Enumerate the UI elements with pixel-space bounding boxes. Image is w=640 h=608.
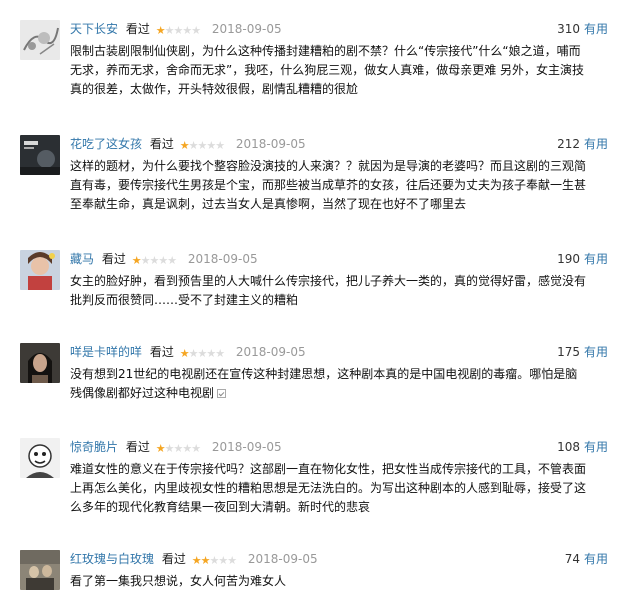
avatar[interactable]	[20, 250, 60, 290]
star-empty-icon: ★	[191, 24, 201, 37]
watch-status: 看过	[101, 252, 126, 266]
review-date: 2018-09-05	[235, 345, 306, 359]
review-text: 没有想到21世纪的电视剧还在宣传这种封建思想，这种剧本真的是中国电视剧的毒瘤。哪…	[70, 365, 588, 403]
useful-button[interactable]: 有用	[584, 22, 608, 36]
star-empty-icon: ★	[173, 442, 183, 455]
star-empty-icon: ★	[197, 139, 207, 152]
watch-status: 看过	[125, 22, 150, 36]
watch-status: 看过	[125, 440, 150, 454]
review-header: 藏马 看过 ★★★★★ 2018-09-05	[70, 250, 590, 268]
review-text: 看了第一集我只想说，女人何苦为难女人	[70, 574, 287, 588]
useful-button[interactable]: 有用	[584, 552, 608, 566]
avatar[interactable]	[20, 20, 60, 60]
rating-stars: ★★★★★	[179, 344, 225, 363]
review-header: 红玫瑰与白玫瑰 看过 ★★★★★ 2018-09-05	[70, 550, 590, 568]
star-filled-icon: ★	[179, 347, 190, 360]
username-link[interactable]: 咩是卡咩的咩	[70, 345, 142, 359]
review-text: 女主的脸好肿，看到预告里的人大喊什么传宗接代，把儿子养大一类的，真的觉得好雷，感…	[70, 274, 587, 307]
useful-button[interactable]: 有用	[584, 252, 608, 266]
star-filled-icon: ★	[179, 139, 190, 152]
bw-cartoon-avatar-icon	[20, 438, 60, 478]
review-header: 天下长安 看过 ★★★★★ 2018-09-05	[70, 20, 590, 38]
gray-flower-avatar-icon	[20, 20, 60, 60]
rating-stars: ★★★★★	[155, 439, 201, 458]
review-date: 2018-09-05	[235, 137, 306, 151]
watch-status: 看过	[149, 137, 174, 151]
username-link[interactable]: 天下长安	[70, 22, 118, 36]
rating-stars: ★★★★★	[155, 21, 201, 40]
vote-count: 212	[557, 137, 580, 151]
useful-button[interactable]: 有用	[584, 440, 608, 454]
star-empty-icon: ★	[158, 254, 168, 267]
star-empty-icon: ★	[167, 254, 177, 267]
vote-area: 175 有用	[557, 343, 608, 361]
review-text-content: 没有想到21世纪的电视剧还在宣传这种封建思想，这种剧本真的是中国电视剧的毒瘤。哪…	[70, 367, 578, 400]
star-empty-icon: ★	[182, 24, 192, 37]
vote-count: 175	[557, 345, 580, 359]
star-empty-icon: ★	[173, 24, 183, 37]
dark-poster-avatar-icon	[20, 135, 60, 175]
rating-stars: ★★★★★	[131, 251, 177, 270]
vote-area: 212 有用	[557, 135, 608, 153]
avatar[interactable]	[20, 135, 60, 175]
star-empty-icon: ★	[209, 554, 219, 567]
avatar[interactable]	[20, 343, 60, 383]
old-photo-avatar-icon	[20, 550, 60, 590]
useful-button[interactable]: 有用	[584, 345, 608, 359]
avatar[interactable]	[20, 550, 60, 590]
star-empty-icon: ★	[197, 347, 207, 360]
review-text: 这样的题材，为什么要找个整容脸没演技的人来演？？就因为是导演的老婆吗？而且这剧的…	[70, 159, 587, 211]
review-date: 2018-09-05	[187, 252, 258, 266]
review-date: 2018-09-05	[247, 552, 318, 566]
expand-icon[interactable]	[217, 389, 227, 398]
star-filled-icon: ★	[155, 24, 166, 37]
watch-status: 看过	[161, 552, 186, 566]
woman-portrait-avatar-icon	[20, 343, 60, 383]
star-empty-icon: ★	[206, 347, 216, 360]
vote-count: 310	[557, 22, 580, 36]
username-link[interactable]: 红玫瑰与白玫瑰	[70, 552, 154, 566]
review-header: 惊奇脆片 看过 ★★★★★ 2018-09-05	[70, 438, 590, 456]
star-filled-icon: ★	[155, 442, 166, 455]
star-filled-icon: ★	[191, 554, 202, 567]
username-link[interactable]: 花吃了这女孩	[70, 137, 142, 151]
review-text: 限制古装剧限制仙侠剧，为什么这种传播封建糟粕的剧不禁？什么“传宗接代”什么“娘之…	[70, 44, 585, 96]
review-date: 2018-09-05	[211, 440, 282, 454]
star-empty-icon: ★	[149, 254, 159, 267]
vote-area: 74 有用	[565, 550, 608, 568]
rating-stars: ★★★★★	[191, 551, 237, 570]
useful-button[interactable]: 有用	[584, 137, 608, 151]
star-empty-icon: ★	[215, 347, 225, 360]
review-header: 咩是卡咩的咩 看过 ★★★★★ 2018-09-05	[70, 343, 590, 361]
star-empty-icon: ★	[218, 554, 228, 567]
colorful-anime-avatar-icon	[20, 250, 60, 290]
rating-stars: ★★★★★	[179, 136, 225, 155]
star-empty-icon: ★	[182, 442, 192, 455]
star-empty-icon: ★	[215, 139, 225, 152]
vote-count: 74	[564, 552, 580, 566]
vote-count: 190	[557, 252, 580, 266]
vote-area: 190 有用	[557, 250, 608, 268]
username-link[interactable]: 藏马	[70, 252, 94, 266]
watch-status: 看过	[149, 345, 174, 359]
vote-count: 108	[557, 440, 580, 454]
star-empty-icon: ★	[191, 442, 201, 455]
vote-area: 310 有用	[557, 20, 608, 38]
review-header: 花吃了这女孩 看过 ★★★★★ 2018-09-05	[70, 135, 590, 153]
avatar[interactable]	[20, 438, 60, 478]
star-empty-icon: ★	[206, 139, 216, 152]
review-text: 难道女性的意义在于传宗接代吗？这部剧一直在物化女性，把女性当成传宗接代的工具，不…	[70, 462, 587, 514]
star-filled-icon: ★	[131, 254, 142, 267]
vote-area: 108 有用	[557, 438, 608, 456]
username-link[interactable]: 惊奇脆片	[70, 440, 118, 454]
star-empty-icon: ★	[227, 554, 237, 567]
review-date: 2018-09-05	[211, 22, 282, 36]
